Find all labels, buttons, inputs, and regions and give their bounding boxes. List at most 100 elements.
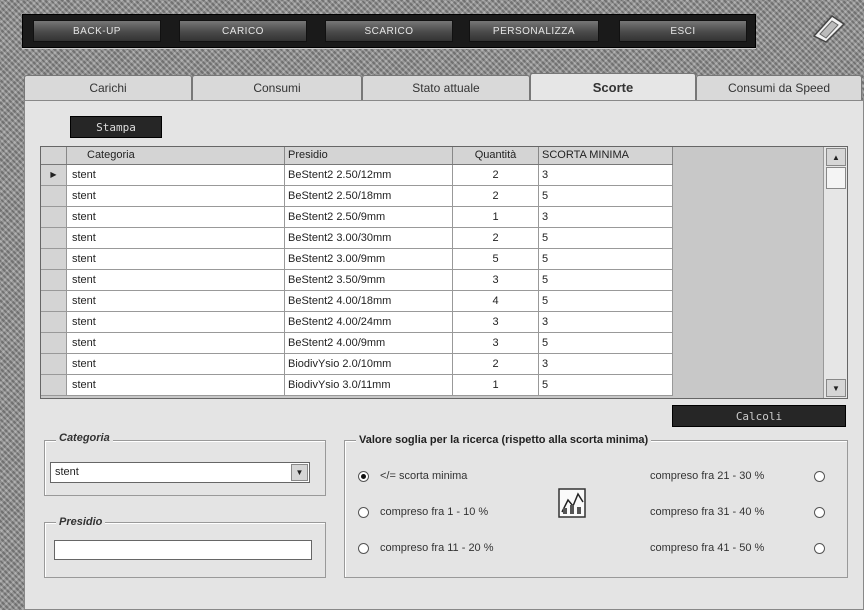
cell-quantita[interactable]: 4 [453,291,539,311]
cell-categoria[interactable]: stent [67,375,285,395]
cell-presidio[interactable]: BeStent2 4.00/9mm [285,333,453,353]
radio-scorta-minima[interactable] [358,471,369,482]
personalizza-button[interactable]: PERSONALIZZA [469,20,599,42]
cell-presidio[interactable]: BeStent2 4.00/24mm [285,312,453,332]
scroll-thumb[interactable] [826,167,846,189]
cell-scorta-minima[interactable]: 5 [539,228,673,248]
cell-categoria[interactable]: stent [67,333,285,353]
cell-scorta-minima[interactable]: 3 [539,207,673,227]
categoria-legend: Categoria [56,432,113,444]
scarico-button[interactable]: SCARICO [325,20,453,42]
esci-button[interactable]: ESCI [619,20,747,42]
calcoli-button[interactable]: Calcoli [672,405,846,427]
cell-quantita[interactable]: 2 [453,228,539,248]
cell-categoria[interactable]: stent [67,186,285,206]
current-row-indicator-icon[interactable]: ▶ [41,165,67,185]
backup-button[interactable]: BACK-UP [33,20,161,42]
cell-presidio[interactable]: BiodivYsio 2.0/10mm [285,354,453,374]
tab-consumi-da-speed[interactable]: Consumi da Speed [696,75,862,100]
tab-bar: Carichi Consumi Stato attuale Scorte Con… [24,73,864,101]
cell-quantita[interactable]: 2 [453,165,539,185]
tab-stato-attuale[interactable]: Stato attuale [362,75,530,100]
tab-carichi[interactable]: Carichi [24,75,192,100]
cell-presidio[interactable]: BeStent2 2.50/9mm [285,207,453,227]
cell-quantita[interactable]: 1 [453,207,539,227]
scroll-up-icon[interactable]: ▲ [826,148,846,166]
row-selector[interactable] [41,291,67,311]
radio-11-20-label: compreso fra 11 - 20 % [380,542,494,554]
table-row[interactable]: stent BeStent2 4.00/18mm 4 5 [41,291,673,312]
row-selector[interactable] [41,249,67,269]
cell-scorta-minima[interactable]: 5 [539,186,673,206]
cell-presidio[interactable]: BeStent2 4.00/18mm [285,291,453,311]
row-selector[interactable] [41,186,67,206]
table-row[interactable]: stent BeStent2 3.00/30mm 2 5 [41,228,673,249]
cell-categoria[interactable]: stent [67,207,285,227]
table-row[interactable]: stent BiodivYsio 3.0/11mm 1 5 [41,375,673,396]
cell-scorta-minima[interactable]: 5 [539,270,673,290]
cell-categoria[interactable]: stent [67,165,285,185]
column-header-presidio[interactable]: Presidio [285,147,453,164]
categoria-select[interactable]: stent ▼ [50,462,310,483]
scroll-down-icon[interactable]: ▼ [826,379,846,397]
cell-quantita[interactable]: 2 [453,354,539,374]
carico-button[interactable]: CARICO [179,20,307,42]
cell-scorta-minima[interactable]: 3 [539,312,673,332]
column-header-categoria[interactable]: Categoria [67,147,285,164]
table-row[interactable]: stent BeStent2 2.50/9mm 1 3 [41,207,673,228]
cell-quantita[interactable]: 2 [453,186,539,206]
table-row[interactable]: stent BeStent2 3.00/9mm 5 5 [41,249,673,270]
cell-presidio[interactable]: BeStent2 2.50/12mm [285,165,453,185]
cell-presidio[interactable]: BiodivYsio 3.0/11mm [285,375,453,395]
grid-vertical-scrollbar[interactable]: ▲ ▼ [823,147,847,398]
table-row[interactable]: stent BeStent2 4.00/24mm 3 3 [41,312,673,333]
cell-quantita[interactable]: 3 [453,333,539,353]
cell-categoria[interactable]: stent [67,249,285,269]
radio-11-20[interactable] [358,543,369,554]
cell-scorta-minima[interactable]: 5 [539,333,673,353]
chevron-down-icon[interactable]: ▼ [291,464,308,481]
row-selector[interactable] [41,270,67,290]
row-selector[interactable] [41,312,67,332]
radio-31-40[interactable] [814,507,825,518]
top-toolbar: BACK-UP CARICO SCARICO PERSONALIZZA ESCI [22,14,756,48]
table-row[interactable]: stent BeStent2 3.50/9mm 3 5 [41,270,673,291]
cell-scorta-minima[interactable]: 3 [539,165,673,185]
cell-categoria[interactable]: stent [67,312,285,332]
cell-quantita[interactable]: 3 [453,270,539,290]
radio-21-30[interactable] [814,471,825,482]
cell-categoria[interactable]: stent [67,228,285,248]
row-selector[interactable] [41,354,67,374]
column-header-scorta-minima[interactable]: SCORTA MINIMA [539,147,673,164]
row-selector[interactable] [41,333,67,353]
table-row[interactable]: ▶ stent BeStent2 2.50/12mm 2 3 [41,165,673,186]
cell-quantita[interactable]: 5 [453,249,539,269]
cell-quantita[interactable]: 3 [453,312,539,332]
table-row[interactable]: stent BeStent2 4.00/9mm 3 5 [41,333,673,354]
cell-presidio[interactable]: BeStent2 3.00/30mm [285,228,453,248]
cell-scorta-minima[interactable]: 3 [539,354,673,374]
cell-presidio[interactable]: BeStent2 3.50/9mm [285,270,453,290]
cell-scorta-minima[interactable]: 5 [539,375,673,395]
cell-categoria[interactable]: stent [67,354,285,374]
radio-1-10[interactable] [358,507,369,518]
row-selector[interactable] [41,375,67,395]
table-row[interactable]: stent BeStent2 2.50/18mm 2 5 [41,186,673,207]
column-header-quantita[interactable]: Quantità [453,147,539,164]
cell-quantita[interactable]: 1 [453,375,539,395]
tab-consumi[interactable]: Consumi [192,75,362,100]
row-selector[interactable] [41,207,67,227]
presidio-input[interactable] [54,540,312,560]
table-row[interactable]: stent BiodivYsio 2.0/10mm 2 3 [41,354,673,375]
cell-scorta-minima[interactable]: 5 [539,291,673,311]
tab-scorte[interactable]: Scorte [530,73,696,101]
cell-presidio[interactable]: BeStent2 3.00/9mm [285,249,453,269]
cell-categoria[interactable]: stent [67,270,285,290]
cell-scorta-minima[interactable]: 5 [539,249,673,269]
scorte-grid[interactable]: Categoria Presidio Quantità SCORTA MINIM… [40,146,848,399]
cell-categoria[interactable]: stent [67,291,285,311]
stampa-button[interactable]: Stampa [70,116,162,138]
cell-presidio[interactable]: BeStent2 2.50/18mm [285,186,453,206]
radio-41-50[interactable] [814,543,825,554]
row-selector[interactable] [41,228,67,248]
